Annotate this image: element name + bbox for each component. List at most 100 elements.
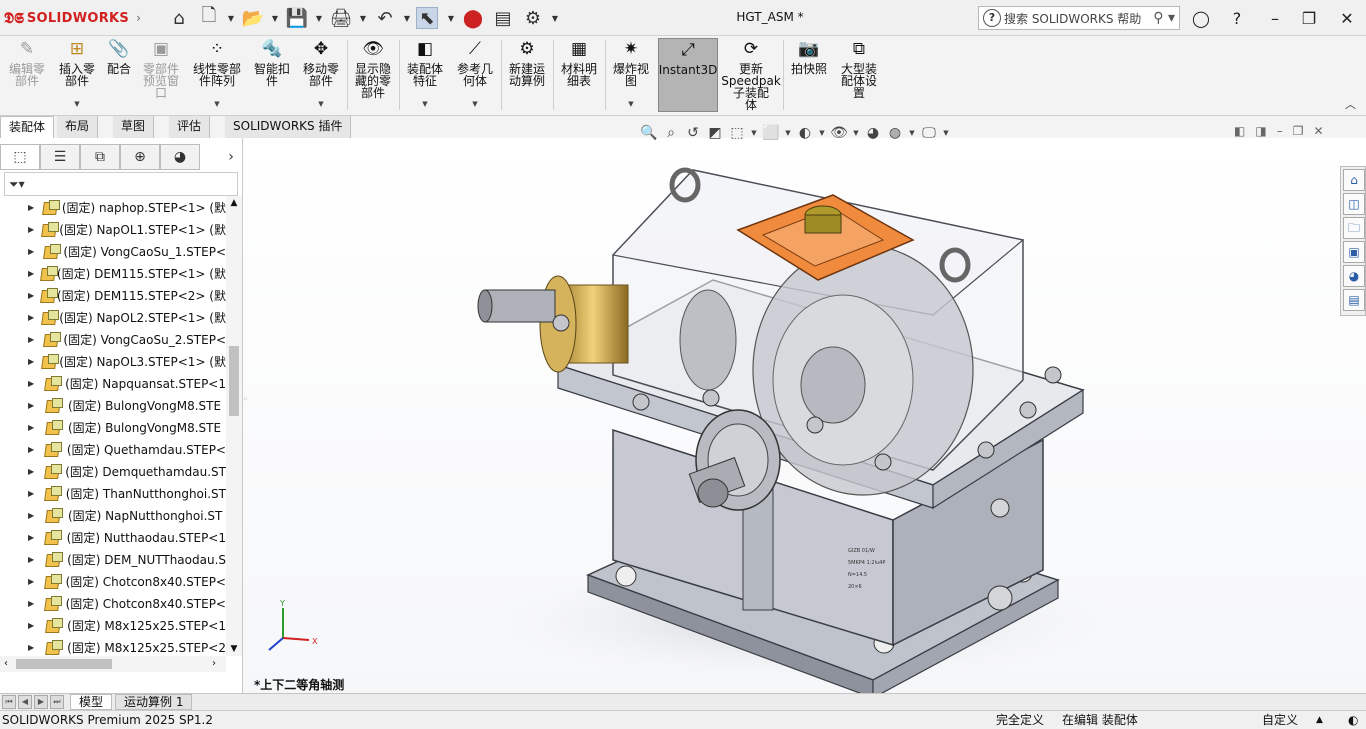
instant3d-toggle[interactable]: ⤢ Instant3D	[658, 38, 718, 112]
smart-fasteners-button[interactable]: 🔩 智能扣 件	[250, 38, 294, 112]
tree-item[interactable]: ▶ (固定) Quethamdau.STEP<	[0, 438, 226, 460]
tree-item[interactable]: ▶ (固定) NapOL1.STEP<1> (默	[0, 218, 226, 240]
chevron-down-icon[interactable]: ▼	[908, 129, 916, 137]
chevron-down-icon[interactable]: ▼	[472, 98, 477, 110]
collapse-ribbon-icon[interactable]: ︿	[1345, 96, 1356, 112]
display-manager-icon[interactable]: ◕	[160, 144, 200, 170]
take-snapshot-button[interactable]: 📷 拍快照	[786, 38, 832, 112]
expand-arrow-icon[interactable]: ▶	[28, 379, 43, 388]
chevron-down-icon[interactable]: ▼	[422, 98, 427, 110]
insert-component-button[interactable]: ⊞ 插入零 部件 ▼	[54, 38, 100, 112]
tree-vertical-scrollbar[interactable]: ▲ ▼	[226, 196, 242, 656]
new-motion-study-button[interactable]: ⚙ 新建运 动算例	[504, 38, 550, 112]
dynamic-annotation-icon[interactable]: ⬚	[728, 125, 746, 141]
chevron-down-icon[interactable]: ▼	[818, 129, 826, 137]
expand-arrow-icon[interactable]: ▶	[28, 445, 43, 454]
tree-item[interactable]: ▶ (固定) M8x125x25.STEP<1	[0, 614, 226, 636]
expand-arrow-icon[interactable]: ▶	[28, 203, 41, 212]
chevron-down-icon[interactable]: ▼	[628, 98, 633, 110]
previous-tab-icon[interactable]: ◀	[18, 695, 32, 709]
scroll-down-icon[interactable]: ▼	[226, 644, 242, 654]
scroll-thumb[interactable]	[16, 659, 112, 669]
view-palette-icon[interactable]: ▣	[1343, 241, 1365, 263]
expand-arrow-icon[interactable]: ▶	[28, 467, 43, 476]
expand-arrow-icon[interactable]: ▶	[28, 599, 43, 608]
first-tab-icon[interactable]: ⏮	[2, 695, 16, 709]
expand-arrow-icon[interactable]: ▶	[28, 577, 43, 586]
units-selector[interactable]: 自定义	[1262, 711, 1298, 729]
chevron-down-icon[interactable]: ▼	[402, 7, 412, 29]
assembly-features-button[interactable]: ◧ 装配体 特征 ▼	[402, 38, 448, 112]
custom-properties-icon[interactable]: ▤	[1343, 289, 1365, 311]
dimxpert-manager-icon[interactable]: ⊕	[120, 144, 160, 170]
tree-item[interactable]: ▶ (固定) Chotcon8x40.STEP<	[0, 570, 226, 592]
user-account-icon[interactable]: ◯	[1188, 6, 1214, 30]
split-right-icon[interactable]: ◨	[1255, 124, 1266, 138]
tree-item[interactable]: ▶ (固定) BulongVongM8.STE	[0, 416, 226, 438]
linear-component-pattern-button[interactable]: ⁘ 线性零部 件阵列 ▼	[188, 38, 246, 112]
tab-sketch[interactable]: 草图	[113, 116, 155, 138]
tree-item[interactable]: ▶ (固定) Chotcon8x40.STEP<	[0, 592, 226, 614]
edit-appearance-icon[interactable]: ◕	[864, 125, 882, 141]
bill-of-materials-button[interactable]: ▦ 材料明 细表	[556, 38, 602, 112]
configuration-manager-icon[interactable]: ⧉	[80, 144, 120, 170]
chevron-down-icon[interactable]: ▼	[550, 7, 560, 29]
expand-arrow-icon[interactable]: ▶	[28, 225, 40, 234]
tree-item[interactable]: ▶ (固定) NapOL2.STEP<1> (默	[0, 306, 226, 328]
scroll-right-icon[interactable]: ›	[212, 656, 216, 672]
expand-arrow-icon[interactable]: ▶	[28, 335, 42, 344]
tree-item[interactable]: ▶ (固定) NapOL3.STEP<1> (默	[0, 350, 226, 372]
chevron-down-icon[interactable]: ▼	[784, 129, 792, 137]
file-properties-icon[interactable]: ▤	[492, 7, 514, 29]
tab-motion-study-1[interactable]: 运动算例 1	[115, 694, 193, 710]
expand-arrow-icon[interactable]: ▶	[28, 313, 40, 322]
expand-arrow-icon[interactable]: ▶	[28, 621, 44, 630]
tree-item[interactable]: ▶ (固定) Demquethamdau.ST	[0, 460, 226, 482]
expand-arrow-icon[interactable]: ▶	[28, 291, 39, 300]
chevron-down-icon[interactable]: ▼	[852, 129, 860, 137]
show-hidden-components-button[interactable]: 👁 显示隐 藏的零 部件	[350, 38, 396, 112]
expand-arrow-icon[interactable]: ▶	[28, 643, 44, 652]
units-dropdown-icon[interactable]: ▲	[1316, 711, 1323, 729]
solidworks-resources-icon[interactable]: ⌂	[1343, 169, 1365, 191]
tree-item[interactable]: ▶ (固定) BulongVongM8.STE	[0, 394, 226, 416]
expand-arrow-icon[interactable]: ▶	[28, 423, 44, 432]
traffic-light-icon[interactable]: ⬤	[462, 7, 484, 29]
zoom-to-fit-icon[interactable]: 🔍	[640, 125, 658, 141]
home-icon[interactable]: ⌂	[168, 7, 190, 29]
hide-show-items-icon[interactable]: 👁	[830, 125, 848, 141]
edit-component-button[interactable]: ✎ 编辑零 部件	[6, 38, 48, 112]
undo-icon[interactable]: ↶	[374, 7, 396, 29]
scroll-thumb[interactable]	[229, 346, 239, 416]
expand-arrow-icon[interactable]: ▶	[28, 555, 44, 564]
update-speedpak-button[interactable]: ⟳ 更新 Speedpak 子装配 体	[721, 38, 781, 112]
tree-filter[interactable]: ⏷▾	[4, 172, 238, 196]
tree-item[interactable]: ▶ (固定) Nutthaodau.STEP<1	[0, 526, 226, 548]
tree-horizontal-scrollbar[interactable]: ‹ ›	[0, 656, 226, 672]
section-view-icon[interactable]: ◩	[706, 125, 724, 141]
chevron-down-icon[interactable]: ▼	[446, 7, 456, 29]
expand-arrow-icon[interactable]: ▶	[28, 357, 40, 366]
expand-arrow-icon[interactable]: ▶	[28, 247, 42, 256]
previous-view-icon[interactable]: ↺	[684, 125, 702, 141]
chevron-down-icon[interactable]: ▼	[358, 7, 368, 29]
select-cursor-icon[interactable]: ⬉	[416, 7, 438, 29]
expand-arrow-icon[interactable]: ▶	[28, 401, 44, 410]
save-icon[interactable]: 💾	[286, 7, 308, 29]
file-explorer-icon[interactable]: 🗀	[1343, 217, 1365, 239]
zoom-to-area-icon[interactable]: ⌕	[662, 125, 680, 141]
appearances-icon[interactable]: ◕	[1343, 265, 1365, 287]
tab-layout[interactable]: 布局	[57, 116, 99, 138]
mate-button[interactable]: 📎 配合	[102, 38, 136, 112]
exploded-view-button[interactable]: ✷ 爆炸视 图 ▼	[608, 38, 654, 112]
status-bar-overflow-icon[interactable]: ◐	[1348, 711, 1358, 729]
chevron-down-icon[interactable]: ▼	[750, 129, 758, 137]
search-icon[interactable]: ⚲ ▾	[1153, 10, 1179, 26]
expand-arrow-icon[interactable]: ▶	[28, 533, 43, 542]
tab-evaluate[interactable]: 评估	[169, 116, 211, 138]
tree-item[interactable]: ▶ (固定) VongCaoSu_2.STEP<	[0, 328, 226, 350]
expand-arrow-icon[interactable]: ▶	[28, 511, 44, 520]
new-document-icon[interactable]: 🗋	[198, 5, 220, 29]
options-gear-icon[interactable]: ⚙	[522, 7, 544, 29]
panel-splitter-handle[interactable]: ◦	[243, 395, 249, 409]
